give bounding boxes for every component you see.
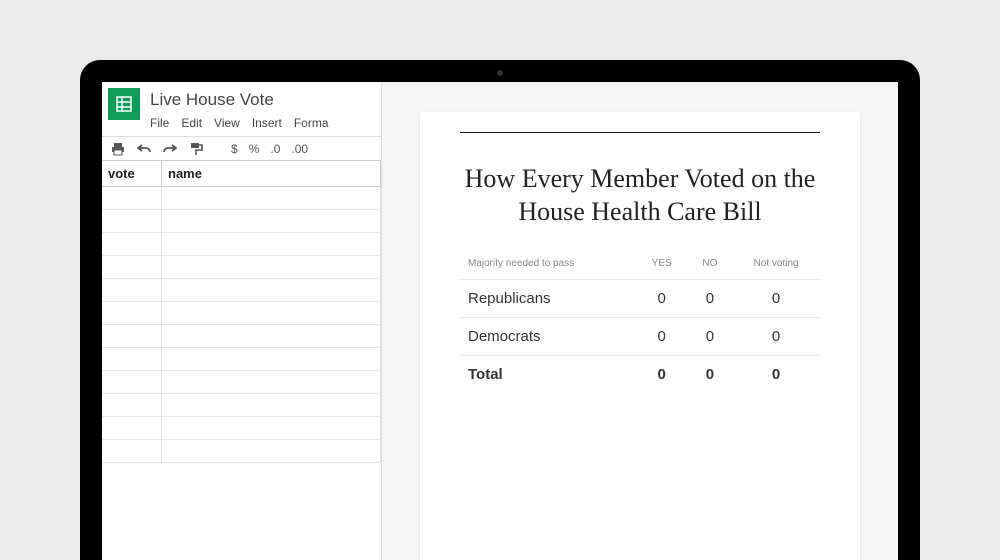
table-row[interactable] xyxy=(102,210,381,233)
column-header-vote[interactable]: vote xyxy=(102,161,162,186)
cell-yes: 0 xyxy=(636,280,688,318)
col-not-voting: Not voting xyxy=(732,258,820,280)
table-row[interactable] xyxy=(102,371,381,394)
article-card: How Every Member Voted on the House Heal… xyxy=(420,112,860,560)
cell-no: 0 xyxy=(688,280,733,318)
col-yes: YES xyxy=(636,258,688,280)
table-row[interactable] xyxy=(102,417,381,440)
menu-file[interactable]: File xyxy=(150,116,169,130)
format-percent-button[interactable]: % xyxy=(249,142,260,156)
article-headline: How Every Member Voted on the House Heal… xyxy=(460,163,820,228)
cell-no: 0 xyxy=(688,318,733,356)
table-row[interactable] xyxy=(102,440,381,463)
vote-table: Majority needed to pass YES NO Not votin… xyxy=(460,258,820,393)
row-label: Republicans xyxy=(460,280,636,318)
table-row-total: Total 0 0 0 xyxy=(460,356,820,394)
sheets-logo-icon xyxy=(108,88,140,120)
table-row[interactable] xyxy=(102,233,381,256)
col-no: NO xyxy=(688,258,733,280)
format-currency-button[interactable]: $ xyxy=(231,142,238,156)
row-label: Democrats xyxy=(460,318,636,356)
cell-nv: 0 xyxy=(732,280,820,318)
grid-header-row: vote name xyxy=(102,161,381,187)
format-dec00-button[interactable]: .00 xyxy=(291,142,308,156)
table-row[interactable] xyxy=(102,187,381,210)
menu-view[interactable]: View xyxy=(214,116,240,130)
menu-insert[interactable]: Insert xyxy=(252,116,282,130)
cell-nv: 0 xyxy=(732,356,820,394)
cell-yes: 0 xyxy=(636,318,688,356)
table-row[interactable] xyxy=(102,302,381,325)
table-row[interactable] xyxy=(102,256,381,279)
print-icon[interactable] xyxy=(110,141,125,156)
redo-icon[interactable] xyxy=(162,141,177,156)
row-label: Total xyxy=(460,356,636,394)
camera-dot xyxy=(497,70,503,76)
table-note: Majority needed to pass xyxy=(460,258,636,280)
table-row[interactable] xyxy=(102,279,381,302)
menu-format[interactable]: Forma xyxy=(294,116,329,130)
article-canvas: How Every Member Voted on the House Heal… xyxy=(382,82,898,560)
undo-icon[interactable] xyxy=(136,141,151,156)
paint-format-icon[interactable] xyxy=(188,141,203,156)
document-title[interactable]: Live House Vote xyxy=(148,88,375,112)
column-header-name[interactable]: name xyxy=(162,161,381,186)
toolbar: $ % .0 .00 xyxy=(102,136,381,161)
spreadsheet-grid[interactable]: vote name xyxy=(102,161,381,560)
cell-nv: 0 xyxy=(732,318,820,356)
cell-no: 0 xyxy=(688,356,733,394)
cell-yes: 0 xyxy=(636,356,688,394)
table-row[interactable] xyxy=(102,348,381,371)
laptop-frame: Live House Vote File Edit View Insert Fo… xyxy=(80,60,920,560)
table-row[interactable] xyxy=(102,394,381,417)
article-rule xyxy=(460,132,820,133)
screen: Live House Vote File Edit View Insert Fo… xyxy=(102,82,898,560)
table-row: Republicans 0 0 0 xyxy=(460,280,820,318)
table-row: Democrats 0 0 0 xyxy=(460,318,820,356)
menubar: File Edit View Insert Forma xyxy=(148,112,375,136)
menu-edit[interactable]: Edit xyxy=(181,116,202,130)
spreadsheet-header: Live House Vote File Edit View Insert Fo… xyxy=(102,82,381,136)
table-row[interactable] xyxy=(102,325,381,348)
spreadsheet-window: Live House Vote File Edit View Insert Fo… xyxy=(102,82,382,560)
format-dec0-button[interactable]: .0 xyxy=(270,142,280,156)
